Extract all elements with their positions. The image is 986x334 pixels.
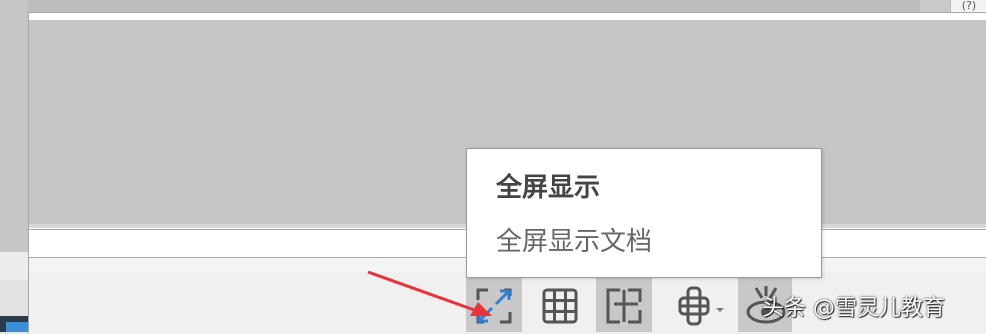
move-dropdown-button[interactable] (670, 278, 726, 332)
fit-page-icon (606, 288, 642, 324)
left-panel-lower (0, 252, 28, 280)
menu-item-fullscreen-document[interactable]: 全屏显示文档 (496, 221, 652, 258)
grid-button[interactable] (532, 278, 588, 332)
move-dropdown-icon (678, 286, 724, 326)
taskbar-icon[interactable] (0, 316, 28, 332)
red-arrow-annotation (367, 270, 492, 316)
top-bar (28, 0, 920, 12)
app-window: (?) 全屏显示 全屏显示文档 头条 @雪灵儿教育 (0, 0, 986, 334)
watermark: 头条 @雪灵儿教育 (762, 296, 945, 321)
menu-item-fullscreen[interactable]: 全屏显示 (496, 167, 600, 204)
fit-page-button[interactable] (596, 278, 652, 332)
grid-icon (542, 288, 578, 324)
left-panel-edge (0, 0, 28, 252)
fullscreen-context-menu: 全屏显示 全屏显示文档 (466, 148, 822, 278)
